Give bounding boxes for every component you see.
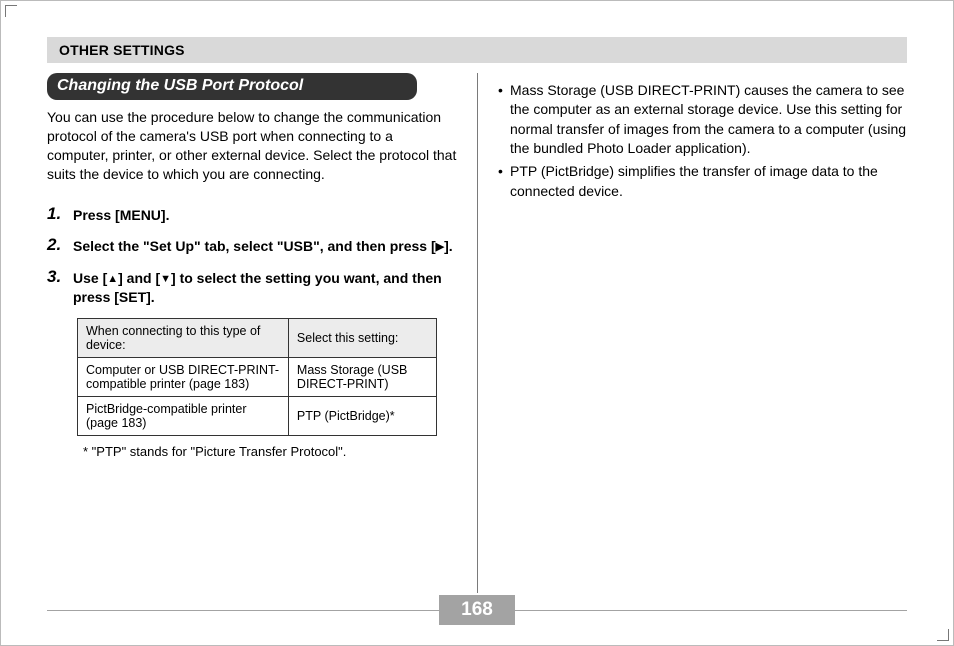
table-cell: Mass Storage (USB DIRECT-PRINT): [288, 357, 436, 396]
step-text: ] and [: [118, 270, 160, 286]
step-body: Select the "Set Up" tab, select "USB", a…: [73, 235, 453, 257]
table-header-row: When connecting to this type of device: …: [78, 318, 437, 357]
left-column: Changing the USB Port Protocol You can u…: [47, 73, 477, 593]
step-text: Select the "Set Up" tab, select "USB", a…: [73, 238, 436, 254]
down-arrow-icon: ▼: [160, 272, 171, 287]
step-number: 2.: [47, 235, 73, 257]
table-cell: PictBridge-compatible printer (page 183): [78, 396, 289, 435]
step-body: Use [▲] and [▼] to select the setting yo…: [73, 267, 457, 308]
table-header-cell: Select this setting:: [288, 318, 436, 357]
step-text: ].: [444, 238, 453, 254]
step-1: 1. Press [MENU].: [47, 204, 457, 226]
footnote: * "PTP" stands for "Picture Transfer Pro…: [83, 444, 457, 459]
table-row: Computer or USB DIRECT-PRINT-compatible …: [78, 357, 437, 396]
settings-table: When connecting to this type of device: …: [77, 318, 437, 436]
page-number: 168: [439, 595, 515, 625]
list-item: PTP (PictBridge) simplifies the transfer…: [498, 162, 907, 201]
table-cell: Computer or USB DIRECT-PRINT-compatible …: [78, 357, 289, 396]
crop-mark-br: [937, 629, 949, 641]
section-title: Changing the USB Port Protocol: [47, 73, 417, 100]
up-arrow-icon: ▲: [107, 272, 118, 287]
step-text: Use [: [73, 270, 107, 286]
step-2: 2. Select the "Set Up" tab, select "USB"…: [47, 235, 457, 257]
list-item: Mass Storage (USB DIRECT-PRINT) causes t…: [498, 81, 907, 158]
intro-paragraph: You can use the procedure below to chang…: [47, 108, 457, 184]
step-number: 1.: [47, 204, 73, 226]
step-3: 3. Use [▲] and [▼] to select the setting…: [47, 267, 457, 308]
steps-list: 1. Press [MENU]. 2. Select the "Set Up" …: [47, 204, 457, 308]
table-row: PictBridge-compatible printer (page 183)…: [78, 396, 437, 435]
header-banner: OTHER SETTINGS: [47, 37, 907, 63]
crop-mark-tl: [5, 5, 17, 17]
header-title: OTHER SETTINGS: [59, 42, 895, 58]
manual-page: OTHER SETTINGS Changing the USB Port Pro…: [0, 0, 954, 646]
right-arrow-icon: ▶: [436, 240, 444, 255]
table-header-cell: When connecting to this type of device:: [78, 318, 289, 357]
content-columns: Changing the USB Port Protocol You can u…: [47, 73, 907, 593]
table-cell: PTP (PictBridge)*: [288, 396, 436, 435]
right-column: Mass Storage (USB DIRECT-PRINT) causes t…: [478, 73, 907, 593]
step-number: 3.: [47, 267, 73, 308]
bullet-list: Mass Storage (USB DIRECT-PRINT) causes t…: [498, 81, 907, 201]
page-number-wrap: 168: [1, 595, 953, 625]
step-body: Press [MENU].: [73, 204, 169, 226]
